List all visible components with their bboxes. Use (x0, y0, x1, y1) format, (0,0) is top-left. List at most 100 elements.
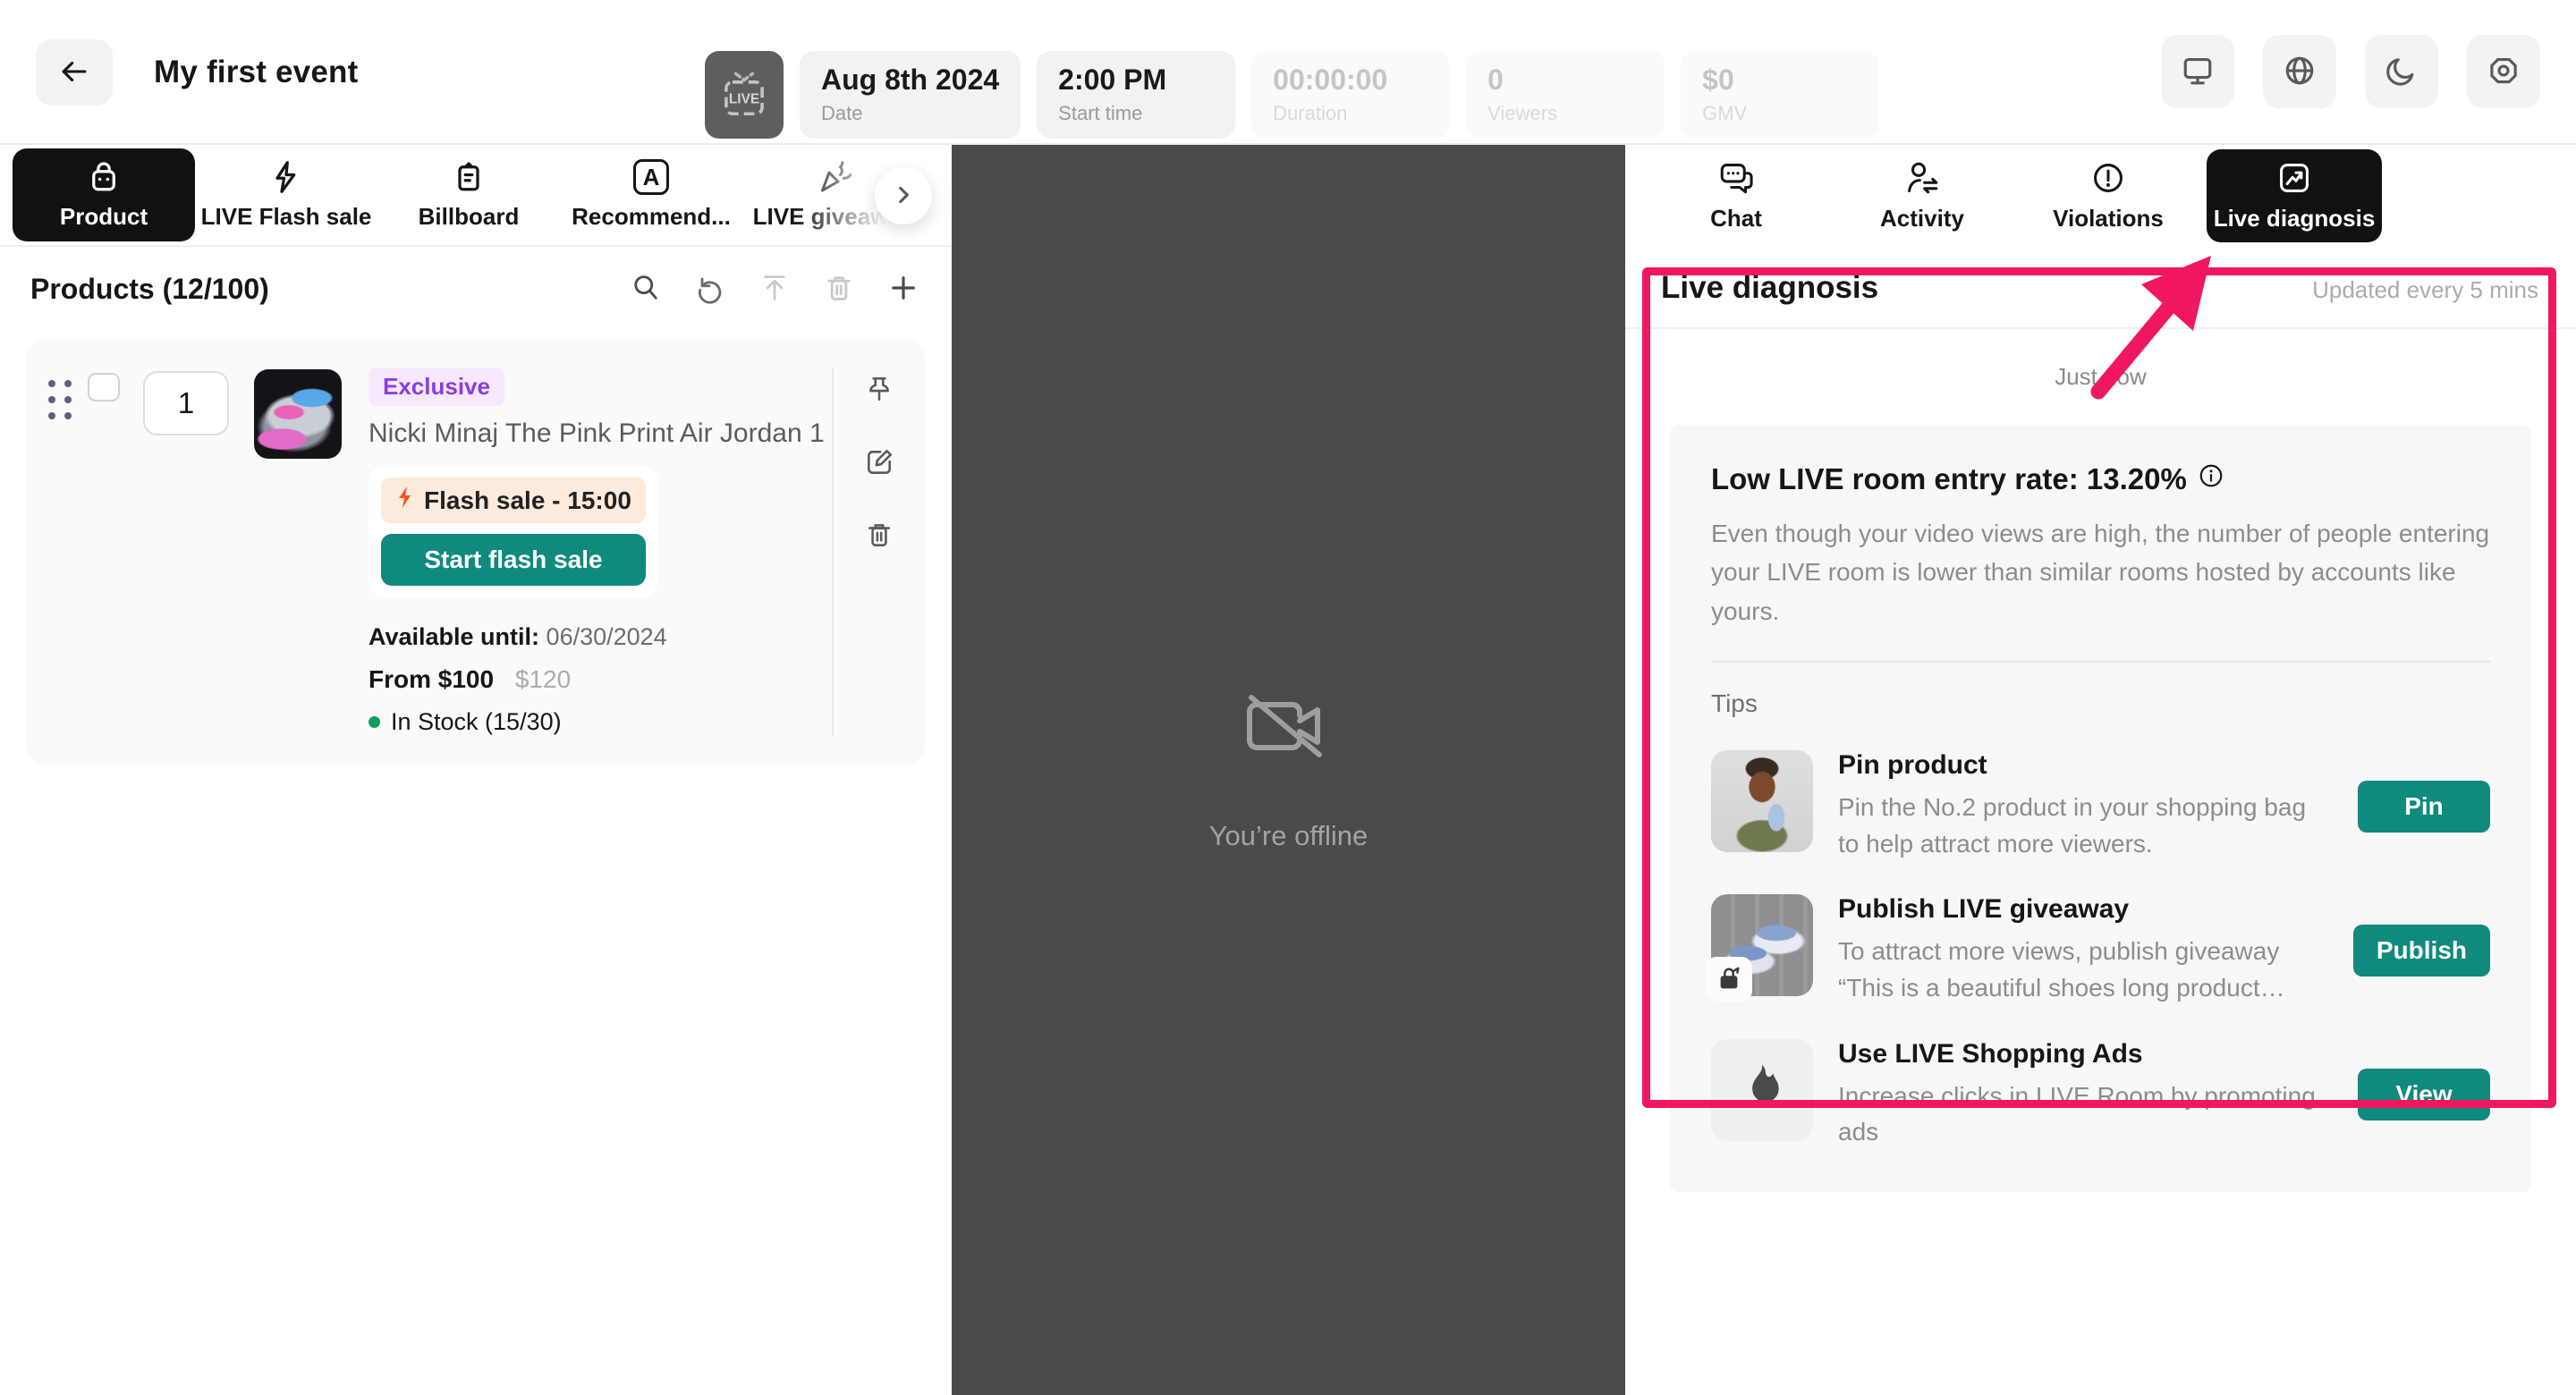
tip-description: To attract more views, publish giveaway … (1838, 934, 2328, 1006)
stat-value: 0 (1487, 63, 1643, 97)
tab-live-flash-sale[interactable]: LIVE Flash sale (195, 148, 377, 241)
availability-label: Available until: (369, 623, 539, 650)
moon-icon (2384, 53, 2419, 91)
view-button[interactable]: View (2358, 1069, 2490, 1120)
tab-live-diagnosis[interactable]: Live diagnosis (2207, 149, 2382, 242)
tip-row-pin-product: Pin product Pin the No.2 product in your… (1711, 750, 2490, 862)
chat-icon (1717, 159, 1755, 197)
stat-date: Aug 8th 2024 Date (800, 51, 1021, 139)
tip-image-ads (1711, 1039, 1813, 1141)
delete-product-button[interactable] (864, 520, 894, 553)
product-info: Exclusive Nicki Minaj The Pink Print Air… (369, 368, 825, 736)
left-panel: Product LIVE Flash sale (0, 145, 952, 1395)
display-settings-button[interactable] (2161, 35, 2234, 108)
divider (1711, 661, 2490, 663)
tab-billboard[interactable]: Billboard (377, 148, 560, 241)
tip-body: Use LIVE Shopping Ads Increase clicks in… (1838, 1039, 2333, 1151)
edit-icon (864, 447, 894, 480)
plus-icon (887, 272, 919, 307)
page-title: My first event (154, 55, 358, 90)
event-stats: LIVE Aug 8th 2024 Date 2:00 PM Start tim… (705, 51, 1879, 139)
tabs-scroll-right-button[interactable] (875, 167, 932, 224)
main: Product LIVE Flash sale (0, 145, 2576, 1395)
stat-start-time: 2:00 PM Start time (1037, 51, 1235, 139)
header: My first event LIVE Aug 8th 2024 Date 2:… (0, 0, 2576, 145)
timestamp: Just now (1625, 363, 2576, 391)
tab-label: LIVE Flash sale (201, 203, 372, 231)
live-tv-icon: LIVE (705, 51, 784, 139)
reset-button[interactable] (694, 272, 726, 307)
product-order-input[interactable]: 1 (143, 371, 229, 435)
tip-body: Publish LIVE giveaway To attract more vi… (1838, 894, 2328, 1006)
products-header: Products (12/100) (0, 272, 952, 307)
stat-gmv: $0 GMV (1681, 51, 1879, 139)
dark-mode-button[interactable] (2365, 35, 2438, 108)
pin-icon (864, 375, 894, 408)
gear-icon (2486, 53, 2521, 91)
tip-title: Pin product (1838, 750, 2333, 781)
tab-label: Chat (1710, 205, 1762, 232)
divider (1625, 327, 2576, 329)
arrow-to-top-icon (758, 272, 791, 307)
add-product-button[interactable] (887, 272, 919, 307)
diagnosis-card: Low LIVE room entry rate: 13.20% Even th… (1670, 425, 2531, 1192)
right-panel: Chat Activity (1625, 145, 2576, 1395)
diagnosis-updated: Updated every 5 mins (2312, 276, 2538, 304)
diagnosis-description: Even though your video views are high, t… (1711, 514, 2490, 630)
move-to-top-button[interactable] (758, 272, 791, 307)
drag-handle-icon[interactable] (48, 380, 72, 419)
product-checkbox[interactable] (88, 373, 120, 402)
diagnosis-chart-icon (2275, 159, 2313, 197)
tab-product[interactable]: Product (13, 148, 195, 241)
tip-title: Use LIVE Shopping Ads (1838, 1039, 2333, 1070)
flash-bolt-icon (395, 486, 417, 515)
search-button[interactable] (630, 272, 662, 307)
tip-title: Publish LIVE giveaway (1838, 894, 2328, 925)
svg-text:LIVE: LIVE (729, 91, 759, 106)
delete-button[interactable] (823, 272, 855, 307)
camera-off-icon (1244, 689, 1334, 768)
flash-sale-badge: Flash sale - 15:00 (381, 478, 646, 523)
tab-violations[interactable]: Violations (2021, 149, 2196, 242)
monitor-icon (2180, 53, 2216, 91)
stat-value: 00:00:00 (1273, 63, 1428, 97)
offline-text: You’re offline (1209, 820, 1368, 852)
stat-label: Date (821, 102, 999, 125)
stat-label: Start time (1058, 102, 1214, 125)
tip-row-shopping-ads: Use LIVE Shopping Ads Increase clicks in… (1711, 1039, 2490, 1151)
language-button[interactable] (2263, 35, 2336, 108)
tab-label: Billboard (419, 203, 520, 231)
start-flash-sale-button[interactable]: Start flash sale (381, 534, 646, 586)
tab-activity[interactable]: Activity (1835, 149, 2010, 242)
edit-product-button[interactable] (864, 447, 894, 480)
flame-icon (1740, 1062, 1784, 1117)
tip-description: Increase clicks in LIVE Room by promotin… (1838, 1078, 2333, 1151)
settings-button[interactable] (2467, 35, 2540, 108)
pin-product-button[interactable] (864, 375, 894, 408)
product-row: 1 Exclusive Nicki Minaj The Pink Print A… (27, 339, 925, 765)
diagnosis-header: Live diagnosis Updated every 5 mins (1625, 247, 2576, 306)
info-icon[interactable] (2198, 462, 2224, 496)
price: From $100 $120 (369, 665, 571, 694)
diagnosis-headline: Low LIVE room entry rate: 13.20% (1711, 462, 2187, 496)
pin-button[interactable]: Pin (2358, 781, 2490, 833)
header-actions (2161, 35, 2540, 108)
publish-button[interactable]: Publish (2353, 925, 2490, 976)
flash-sale-container: Flash sale - 15:00 Start flash sale (369, 465, 658, 598)
right-tabs: Chat Activity (1625, 145, 2576, 247)
tab-label: Product (60, 203, 148, 231)
tab-label: Recommend... (572, 203, 731, 231)
tab-recommend[interactable]: A Recommend... (560, 148, 742, 241)
stat-label: Viewers (1487, 102, 1643, 125)
exclusive-badge: Exclusive (369, 368, 504, 406)
chevron-right-icon (892, 183, 915, 209)
stat-value: Aug 8th 2024 (821, 63, 999, 97)
stat-label: GMV (1702, 102, 1858, 125)
tip-image-host-portrait (1711, 750, 1813, 852)
back-button[interactable] (36, 39, 113, 106)
tab-chat[interactable]: Chat (1648, 149, 1824, 242)
diagnosis-title: Live diagnosis (1661, 270, 1878, 306)
current-price: From $100 (369, 665, 494, 693)
original-price: $120 (515, 665, 571, 693)
stat-value: $0 (1702, 63, 1858, 97)
